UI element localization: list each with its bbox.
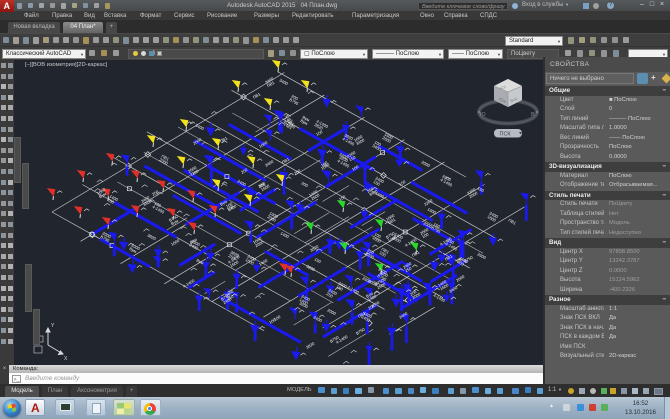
svg-text:Ю: Ю — [480, 112, 486, 118]
svg-text:ПСК: ПСК — [500, 132, 512, 138]
svg-text:В: В — [531, 112, 535, 118]
